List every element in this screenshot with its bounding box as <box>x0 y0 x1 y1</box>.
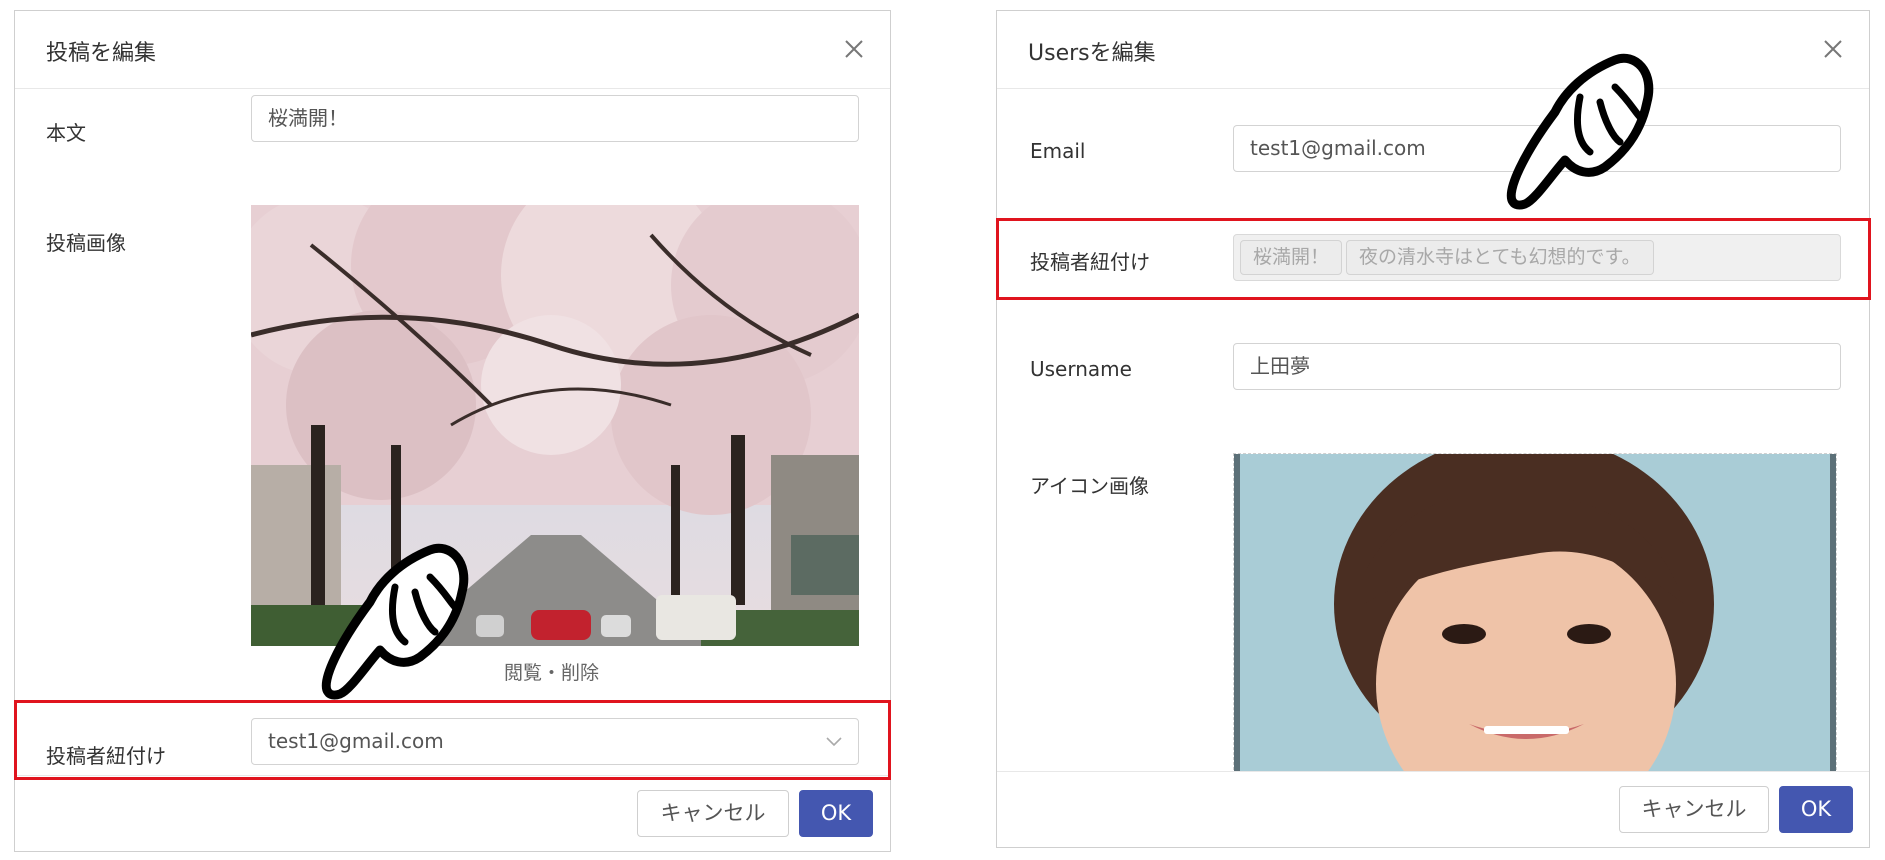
ok-button[interactable]: OK <box>1779 786 1853 833</box>
icon-image <box>1233 453 1837 775</box>
image-view-delete-link[interactable]: 閲覧・削除 <box>504 658 599 685</box>
chevron-down-icon <box>826 737 842 747</box>
cancel-button[interactable]: キャンセル <box>1619 786 1769 833</box>
image-label: 投稿画像 <box>46 231 126 255</box>
post-tag: 夜の清水寺はとても幻想的です。 <box>1346 240 1654 275</box>
modal-footer: キャンセル OK <box>15 775 890 851</box>
author-select[interactable]: test1@gmail.com <box>251 718 859 765</box>
pointing-hand-icon <box>1506 53 1654 210</box>
posts-label: 投稿者紐付け <box>1030 250 1150 274</box>
body-label: 本文 <box>46 121 86 145</box>
body-input[interactable]: 桜満開！ <box>251 95 859 142</box>
modal-footer: キャンセル OK <box>997 771 1869 847</box>
edit-user-modal: Usersを編集 Email test1@gmail.com 投稿者紐付け 桜満… <box>996 10 1870 848</box>
close-icon[interactable] <box>842 37 866 61</box>
author-label: 投稿者紐付け <box>46 744 166 768</box>
modal-title: Usersを編集 <box>1028 41 1156 66</box>
modal-header: 投稿を編集 <box>15 11 890 89</box>
edit-post-modal: 投稿を編集 本文 桜満開！ 投稿画像 閲覧・削除 投稿者紐付け test1@gm… <box>14 10 891 852</box>
icon-image-label: アイコン画像 <box>1030 474 1149 498</box>
username-input[interactable]: 上田夢 <box>1233 343 1841 390</box>
close-icon[interactable] <box>1821 37 1845 61</box>
author-select-value: test1@gmail.com <box>268 729 444 753</box>
username-label: Username <box>1030 357 1132 381</box>
pointing-hand-icon <box>321 543 469 700</box>
posts-select: 桜満開！ 夜の清水寺はとても幻想的です。 <box>1233 234 1841 281</box>
modal-title: 投稿を編集 <box>46 41 157 66</box>
email-label: Email <box>1030 139 1086 163</box>
post-tag: 桜満開！ <box>1240 240 1343 275</box>
cancel-button[interactable]: キャンセル <box>637 790 789 837</box>
modal-header: Usersを編集 <box>997 11 1869 89</box>
ok-button[interactable]: OK <box>799 790 873 837</box>
